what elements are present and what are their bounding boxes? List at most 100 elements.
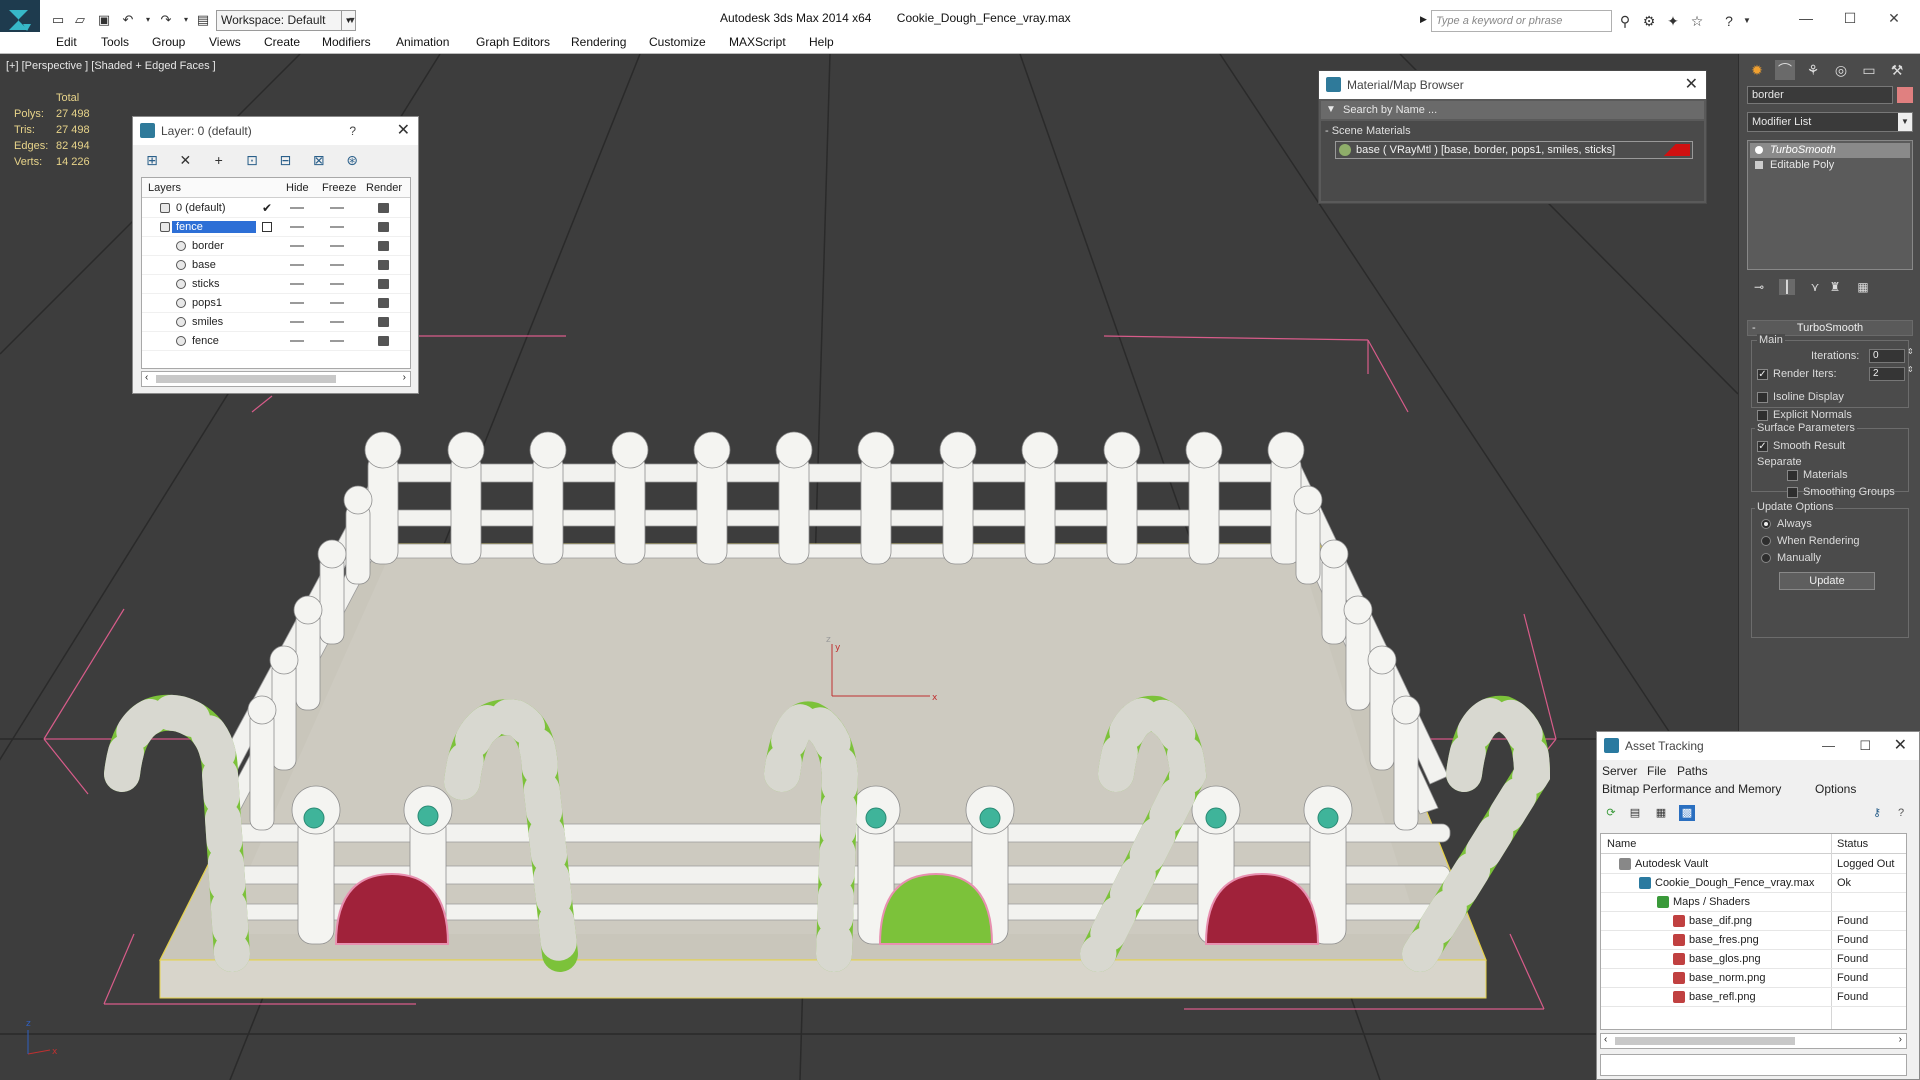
render-toggle-icon[interactable]	[378, 241, 389, 251]
utilities-tab-icon[interactable]: ⚒	[1887, 60, 1907, 80]
undo-dropdown-icon[interactable]: ▾	[140, 12, 156, 28]
menu-create[interactable]: Create	[264, 35, 300, 49]
open-file-icon[interactable]: ▱	[72, 12, 88, 28]
menu-graph-editors[interactable]: Graph Editors	[476, 35, 550, 49]
undo-icon[interactable]: ↶	[120, 12, 136, 28]
layer-row[interactable]: sticks	[142, 275, 410, 294]
scrollbar-thumb[interactable]	[156, 375, 336, 383]
freeze-unfreeze-all-icon[interactable]: ⊛	[341, 151, 363, 169]
subscription-icon[interactable]: ⚙	[1640, 12, 1658, 30]
modifier-list-dropdown[interactable]: Modifier List ▼	[1747, 112, 1913, 132]
asset-row[interactable]: base_glos.png Found	[1601, 950, 1906, 969]
search-expand-icon[interactable]: ▶	[1420, 14, 1427, 25]
scrollbar-thumb[interactable]	[1615, 1037, 1795, 1045]
layer-row[interactable]: pops1	[142, 294, 410, 313]
hide-toggle-icon[interactable]	[290, 226, 304, 228]
explicit-normals-checkbox[interactable]	[1757, 410, 1768, 421]
maximize-button[interactable]: ☐	[1836, 8, 1864, 28]
render-toggle-icon[interactable]	[378, 336, 389, 346]
hide-toggle-icon[interactable]	[290, 283, 304, 285]
layer-row[interactable]: base	[142, 256, 410, 275]
spinner-arrows-icon[interactable]: ⇕	[1907, 347, 1914, 356]
make-unique-icon[interactable]: ⋎	[1807, 279, 1823, 295]
material-browser-title[interactable]: Material/Map Browser ✕	[1319, 71, 1706, 99]
remove-modifier-icon[interactable]: ♜	[1827, 279, 1843, 295]
scroll-right-icon[interactable]: ›	[1899, 1034, 1902, 1045]
materials-checkbox[interactable]	[1787, 470, 1798, 481]
layer-row[interactable]: smiles	[142, 313, 410, 332]
add-to-layer-icon[interactable]: +	[208, 151, 230, 169]
col-render[interactable]: Render	[366, 182, 402, 194]
asset-row[interactable]: base_norm.png Found	[1601, 969, 1906, 988]
freeze-toggle-icon[interactable]	[330, 226, 344, 228]
close-button[interactable]: ✕	[1880, 8, 1908, 28]
project-folder-icon[interactable]: ▤	[195, 12, 211, 28]
hide-toggle-icon[interactable]	[290, 207, 304, 209]
asset-tracking-title[interactable]: Asset Tracking — ☐ ✕	[1597, 732, 1919, 760]
browser-options-icon[interactable]: ▼	[1326, 101, 1336, 119]
col-status[interactable]: Status	[1837, 838, 1868, 850]
update-button[interactable]: Update	[1779, 572, 1875, 590]
scroll-right-icon[interactable]: ›	[403, 372, 406, 383]
hide-unhide-all-icon[interactable]: ⊠	[308, 151, 330, 169]
hierarchy-tab-icon[interactable]: ⚘	[1803, 60, 1823, 80]
asset-row[interactable]: Cookie_Dough_Fence_vray.max Ok	[1601, 874, 1906, 893]
refresh-icon[interactable]: ⟳	[1603, 805, 1619, 821]
layer-dialog-title[interactable]: Layer: 0 (default) ? ✕	[133, 117, 418, 145]
menu-animation[interactable]: Animation	[396, 35, 449, 49]
freeze-toggle-icon[interactable]	[330, 302, 344, 304]
menu-edit[interactable]: Edit	[56, 35, 77, 49]
render-toggle-icon[interactable]	[378, 222, 389, 232]
render-toggle-icon[interactable]	[378, 203, 389, 213]
col-hide[interactable]: Hide	[286, 182, 309, 194]
freeze-toggle-icon[interactable]	[330, 264, 344, 266]
menu-tools[interactable]: Tools	[101, 35, 129, 49]
highlight-selected-layer-icon[interactable]: ⊟	[274, 151, 296, 169]
set-active-layer-box-icon[interactable]	[262, 222, 272, 232]
help-icon[interactable]: ?	[1893, 805, 1909, 821]
layer-dialog-help-icon[interactable]: ?	[349, 117, 356, 145]
freeze-toggle-icon[interactable]	[330, 207, 344, 209]
render-toggle-icon[interactable]	[378, 279, 389, 289]
col-name[interactable]: Name	[1607, 838, 1636, 850]
menu-file[interactable]: File	[1647, 764, 1666, 778]
workspace-menu-arrow-icon[interactable]: ▼	[344, 12, 360, 28]
asset-row[interactable]: base_fres.png Found	[1601, 931, 1906, 950]
asset-row[interactable]: Maps / Shaders	[1601, 893, 1906, 912]
menu-bitmap-performance[interactable]: Bitmap Performance and Memory	[1602, 782, 1781, 796]
menu-server[interactable]: Server	[1602, 764, 1637, 778]
hide-toggle-icon[interactable]	[290, 321, 304, 323]
search-input[interactable]: Type a keyword or phrase	[1431, 10, 1612, 32]
render-iters-checkbox[interactable]: ✓	[1757, 369, 1768, 380]
freeze-toggle-icon[interactable]	[330, 340, 344, 342]
asset-row[interactable]: Autodesk Vault Logged Out	[1601, 855, 1906, 874]
minimize-button[interactable]: —	[1792, 8, 1820, 28]
menu-modifiers[interactable]: Modifiers	[322, 35, 371, 49]
object-color-swatch[interactable]	[1897, 87, 1913, 103]
stack-item-editable-poly[interactable]: Editable Poly	[1750, 158, 1910, 173]
list-view-icon[interactable]: ▤	[1627, 805, 1643, 821]
select-objects-in-layer-icon[interactable]: ⊡	[241, 151, 263, 169]
isoline-display-checkbox[interactable]	[1757, 392, 1768, 403]
layer-row[interactable]: border	[142, 237, 410, 256]
close-icon[interactable]: ✕	[397, 117, 410, 145]
manually-radio[interactable]	[1761, 553, 1771, 563]
asset-horizontal-scrollbar[interactable]: ‹ ›	[1600, 1033, 1907, 1049]
object-name-field[interactable]: border	[1747, 86, 1893, 104]
render-toggle-icon[interactable]	[378, 260, 389, 270]
render-iters-spinner[interactable]: 2	[1869, 367, 1905, 381]
iterations-spinner[interactable]: 0	[1869, 349, 1905, 363]
vault-login-icon[interactable]: ⚷	[1869, 805, 1885, 821]
menu-paths[interactable]: Paths	[1677, 764, 1708, 778]
close-icon[interactable]: ✕	[1894, 732, 1907, 760]
communication-icon[interactable]: ✦	[1664, 12, 1682, 30]
maximize-button[interactable]: ☐	[1859, 732, 1871, 760]
hide-toggle-icon[interactable]	[290, 302, 304, 304]
table-view-icon[interactable]: ▦	[1653, 805, 1669, 821]
hide-toggle-icon[interactable]	[290, 245, 304, 247]
layer-row[interactable]: 0 (default) ✔	[142, 199, 410, 218]
show-end-result-icon[interactable]: ┃	[1779, 279, 1795, 295]
layer-row[interactable]: fence	[142, 332, 410, 351]
asset-row[interactable]: base_refl.png Found	[1601, 988, 1906, 1007]
modify-tab-icon[interactable]: ⌒	[1775, 60, 1795, 80]
